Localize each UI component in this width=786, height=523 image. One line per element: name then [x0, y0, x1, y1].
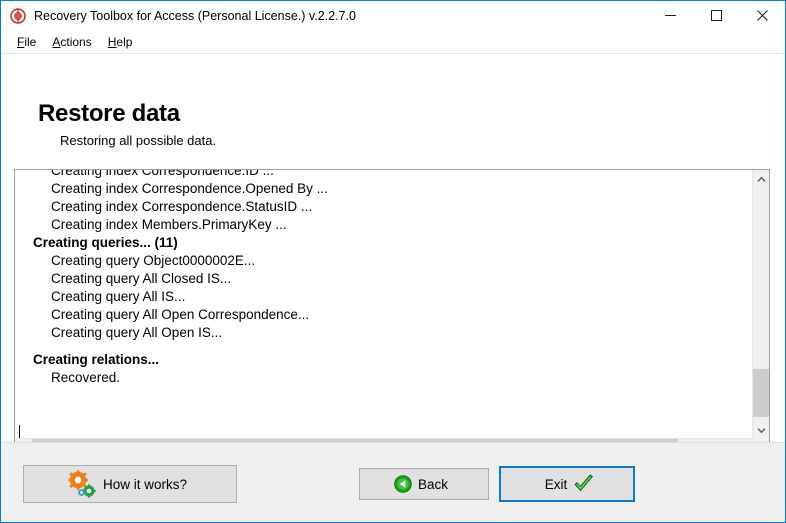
footer-bar: How it works? Back Exit: [1, 442, 785, 522]
how-it-works-label: How it works?: [102, 476, 188, 492]
window-title: Recovery Toolbox for Access (Personal Li…: [34, 9, 356, 23]
menu-bar: File Actions Help: [1, 31, 785, 54]
menu-rest-actions: ctions: [60, 35, 92, 49]
exit-label: Exit: [544, 476, 568, 492]
log-line: Creating index Members.PrimaryKey ...: [51, 217, 287, 232]
minimize-icon: [664, 15, 676, 16]
recovery-toolbox-icon: [10, 8, 26, 24]
log-output-box[interactable]: Creating index Correspondence.ID ... Crea…: [14, 169, 770, 456]
page-title: Restore data: [38, 100, 180, 127]
green-check-icon: [573, 474, 595, 494]
how-it-works-button[interactable]: How it works?: [23, 465, 237, 503]
menu-rest-file: ile: [24, 35, 37, 49]
minimize-button[interactable]: [647, 1, 693, 30]
log-line: Creating query All Open IS...: [51, 325, 223, 340]
log-line: Creating relations...: [33, 352, 160, 367]
page-subtitle: Restoring all possible data.: [60, 133, 217, 148]
application-window: Recovery Toolbox for Access (Personal Li…: [0, 0, 786, 523]
gears-icon: [67, 470, 97, 498]
vertical-scrollbar[interactable]: [752, 170, 769, 439]
log-line: Creating index Correspondence.Opened By …: [51, 181, 328, 196]
content-area: Restore data Restoring all possible data…: [1, 54, 785, 456]
log-line: Creating queries... (11): [33, 235, 178, 250]
log-line: Recovered.: [51, 370, 121, 385]
maximize-button[interactable]: [693, 1, 739, 30]
close-icon: [756, 10, 768, 21]
back-button[interactable]: Back: [359, 468, 489, 500]
vertical-scrollbar-thumb[interactable]: [753, 369, 769, 417]
green-back-arrow-icon: [394, 475, 412, 493]
title-bar[interactable]: Recovery Toolbox for Access (Personal Li…: [1, 1, 785, 31]
maximize-icon: [710, 10, 722, 21]
chevron-up-icon: [757, 176, 766, 182]
chevron-down-icon: [757, 427, 766, 433]
log-viewport[interactable]: Creating index Correspondence.ID ... Crea…: [15, 170, 753, 422]
menu-item-help[interactable]: Help: [100, 33, 141, 51]
scroll-down-button[interactable]: [753, 422, 769, 439]
scroll-up-button[interactable]: [753, 170, 769, 187]
log-line: Creating query Object0000002E...: [51, 253, 256, 268]
log-line: Creating index Correspondence.StatusID .…: [51, 199, 313, 214]
menu-item-file[interactable]: File: [9, 33, 44, 51]
menu-item-actions[interactable]: Actions: [44, 33, 99, 51]
log-line: Creating index Correspondence.ID ...: [51, 170, 274, 178]
menu-rest-help: elp: [116, 35, 133, 49]
log-line: Creating query All Closed IS...: [51, 271, 232, 286]
close-button[interactable]: [739, 1, 785, 30]
log-line: Creating query All IS...: [51, 289, 186, 304]
log-line: Creating query All Open Correspondence..…: [51, 307, 310, 322]
log-line-list: Creating index Correspondence.ID ... Crea…: [15, 170, 753, 387]
back-label: Back: [417, 476, 448, 492]
exit-button[interactable]: Exit: [499, 466, 635, 502]
